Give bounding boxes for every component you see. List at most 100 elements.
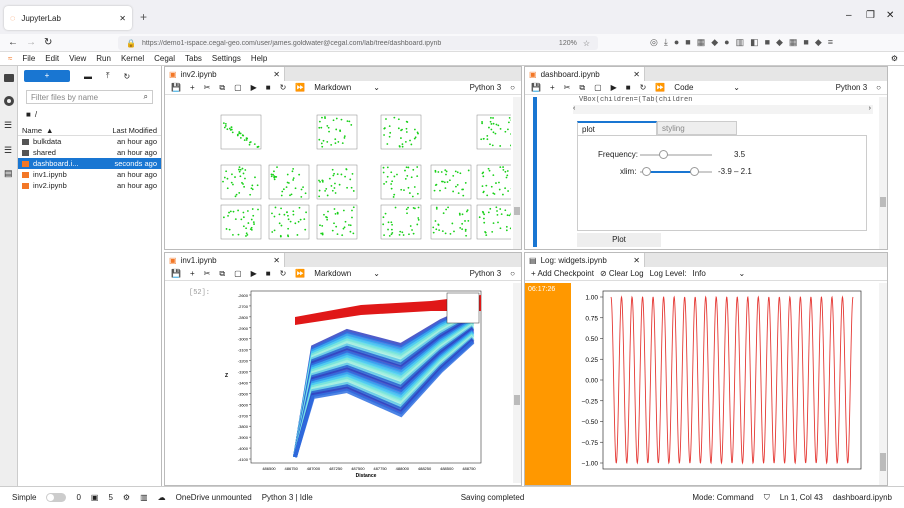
modified-column-header[interactable]: Last Modified <box>112 126 157 135</box>
menu-tabs[interactable]: Tabs <box>185 54 202 63</box>
hscroll[interactable]: ‹ › <box>573 105 873 114</box>
stop-icon[interactable]: ■ <box>266 269 271 278</box>
browser-tab[interactable]: ◌ JupyterLab ✕ <box>4 6 132 30</box>
menu-run[interactable]: Run <box>96 54 111 63</box>
celltype-select[interactable]: Markdown <box>314 269 364 278</box>
scrollbar[interactable] <box>879 97 887 249</box>
new-launcher-button[interactable]: + <box>24 70 70 82</box>
file-list-item[interactable]: dashboard.i... seconds ago <box>18 158 161 169</box>
close-icon[interactable]: ✕ <box>633 70 640 79</box>
fast-forward-icon[interactable]: ⏩ <box>295 269 305 278</box>
close-icon[interactable]: ✕ <box>273 70 280 79</box>
simple-mode-toggle[interactable] <box>46 493 67 502</box>
tab-inv1[interactable]: ▣ inv1.ipynb ✕ <box>165 253 285 267</box>
close-icon[interactable]: ✕ <box>273 256 280 265</box>
range-knob-left[interactable] <box>642 167 651 176</box>
save-icon[interactable]: 💾 <box>531 83 541 92</box>
menu-edit[interactable]: Edit <box>45 54 59 63</box>
menu-kernel[interactable]: Kernel <box>121 54 144 63</box>
restart-icon[interactable]: ↻ <box>280 269 287 278</box>
kernel-name[interactable]: Python 3 <box>470 83 502 92</box>
stop-icon[interactable]: ■ <box>266 83 271 92</box>
fast-forward-icon[interactable]: ⏩ <box>295 83 305 92</box>
copy-icon[interactable]: ⧉ <box>579 83 585 93</box>
menu-file[interactable]: File <box>22 54 35 63</box>
running-icon[interactable] <box>4 96 14 106</box>
refresh-icon[interactable]: ↻ <box>124 72 131 81</box>
frequency-slider[interactable] <box>640 150 712 159</box>
scrollbar[interactable] <box>513 283 521 483</box>
window-close-icon[interactable]: ✕ <box>886 10 894 21</box>
extensions-icon[interactable]: ▤ <box>4 168 13 179</box>
tab-log[interactable]: ▤ Log: widgets.ipynb ✕ <box>525 253 645 267</box>
toc-icon[interactable]: ☰ <box>4 145 13 156</box>
scroll-right-icon[interactable]: › <box>869 105 871 112</box>
name-column-header[interactable]: Name <box>22 126 42 135</box>
plot-button[interactable]: Plot <box>577 233 661 247</box>
run-icon[interactable]: ▶ <box>611 83 617 92</box>
tab-inv2[interactable]: ▣ inv2.ipynb ✕ <box>165 67 285 81</box>
menu-view[interactable]: View <box>69 54 86 63</box>
add-checkpoint-button[interactable]: + Add Checkpoint <box>531 269 594 278</box>
run-icon[interactable]: ▶ <box>251 269 257 278</box>
menu-cegal[interactable]: Cegal <box>154 54 175 63</box>
new-tab-icon[interactable]: + <box>140 10 147 24</box>
save-icon[interactable]: 💾 <box>171 269 181 278</box>
terminal-count[interactable]: 0 <box>76 493 80 502</box>
restart-icon[interactable]: ↻ <box>640 83 647 92</box>
folder-icon[interactable] <box>4 74 14 82</box>
chevron-down-icon[interactable]: ⌄ <box>733 83 740 92</box>
log-level-select[interactable]: Info <box>692 269 732 278</box>
reload-icon[interactable]: ↻ <box>44 37 52 48</box>
upload-icon[interactable]: ⤒ <box>106 71 110 81</box>
close-tab-icon[interactable]: ✕ <box>119 14 126 23</box>
celltype-select[interactable]: Markdown <box>314 83 364 92</box>
paste-icon[interactable]: ▢ <box>234 269 242 278</box>
cut-icon[interactable]: ✂ <box>204 83 211 92</box>
cut-icon[interactable]: ✂ <box>564 83 571 92</box>
zoom-level[interactable]: 120% <box>559 40 577 47</box>
cut-icon[interactable]: ✂ <box>204 269 211 278</box>
url-bar[interactable]: 🔒 https://demo1-ispace.cegal-geo.com/use… <box>118 36 598 50</box>
commands-icon[interactable]: ☰ <box>4 120 13 131</box>
minimize-icon[interactable]: – <box>846 10 852 21</box>
slider-knob[interactable] <box>659 150 669 159</box>
kernel-name[interactable]: Python 3 <box>836 83 868 92</box>
file-list-item[interactable]: shared an hour ago <box>18 147 161 158</box>
copy-icon[interactable]: ⧉ <box>219 269 225 279</box>
settings-gear-icon[interactable]: ⚙ <box>891 54 898 63</box>
paste-icon[interactable]: ▢ <box>234 83 242 92</box>
insert-cell-icon[interactable]: + <box>190 83 195 92</box>
menu-help[interactable]: Help <box>251 54 267 63</box>
run-icon[interactable]: ▶ <box>251 83 257 92</box>
clear-log-button[interactable]: ⊘ Clear Log <box>600 269 644 278</box>
forward-icon[interactable]: → <box>26 37 36 48</box>
kernel-count[interactable]: 5 <box>108 493 112 502</box>
copy-icon[interactable]: ⧉ <box>219 83 225 93</box>
kernel-name[interactable]: Python 3 <box>470 269 502 278</box>
scroll-left-icon[interactable]: ‹ <box>573 105 575 112</box>
insert-cell-icon[interactable]: + <box>550 83 555 92</box>
chevron-down-icon[interactable]: ⌄ <box>738 269 745 278</box>
back-icon[interactable]: ← <box>8 37 18 48</box>
chevron-down-icon[interactable]: ⌄ <box>373 269 380 278</box>
stop-icon[interactable]: ■ <box>626 83 631 92</box>
file-list-item[interactable]: bulkdata an hour ago <box>18 136 161 147</box>
xlim-range-slider[interactable] <box>640 167 712 176</box>
file-list-item[interactable]: inv2.ipynb an hour ago <box>18 180 161 191</box>
breadcrumb[interactable]: / <box>35 110 37 119</box>
tab-dashboard[interactable]: ▣ dashboard.ipynb ✕ <box>525 67 645 81</box>
paste-icon[interactable]: ▢ <box>594 83 602 92</box>
scrollbar[interactable] <box>513 97 521 249</box>
close-icon[interactable]: ✕ <box>633 256 640 265</box>
file-list-item[interactable]: inv1.ipynb an hour ago <box>18 169 161 180</box>
filter-input[interactable]: Filter files by name ⌕ <box>26 90 153 104</box>
save-icon[interactable]: 💾 <box>171 83 181 92</box>
insert-cell-icon[interactable]: + <box>190 269 195 278</box>
new-folder-icon[interactable]: ▬ <box>84 72 92 81</box>
restart-icon[interactable]: ↻ <box>280 83 287 92</box>
fast-forward-icon[interactable]: ⏩ <box>655 83 665 92</box>
range-knob-right[interactable] <box>690 167 699 176</box>
kernel-status[interactable]: Python 3 | Idle <box>262 493 313 502</box>
scrollbar[interactable] <box>879 283 887 485</box>
